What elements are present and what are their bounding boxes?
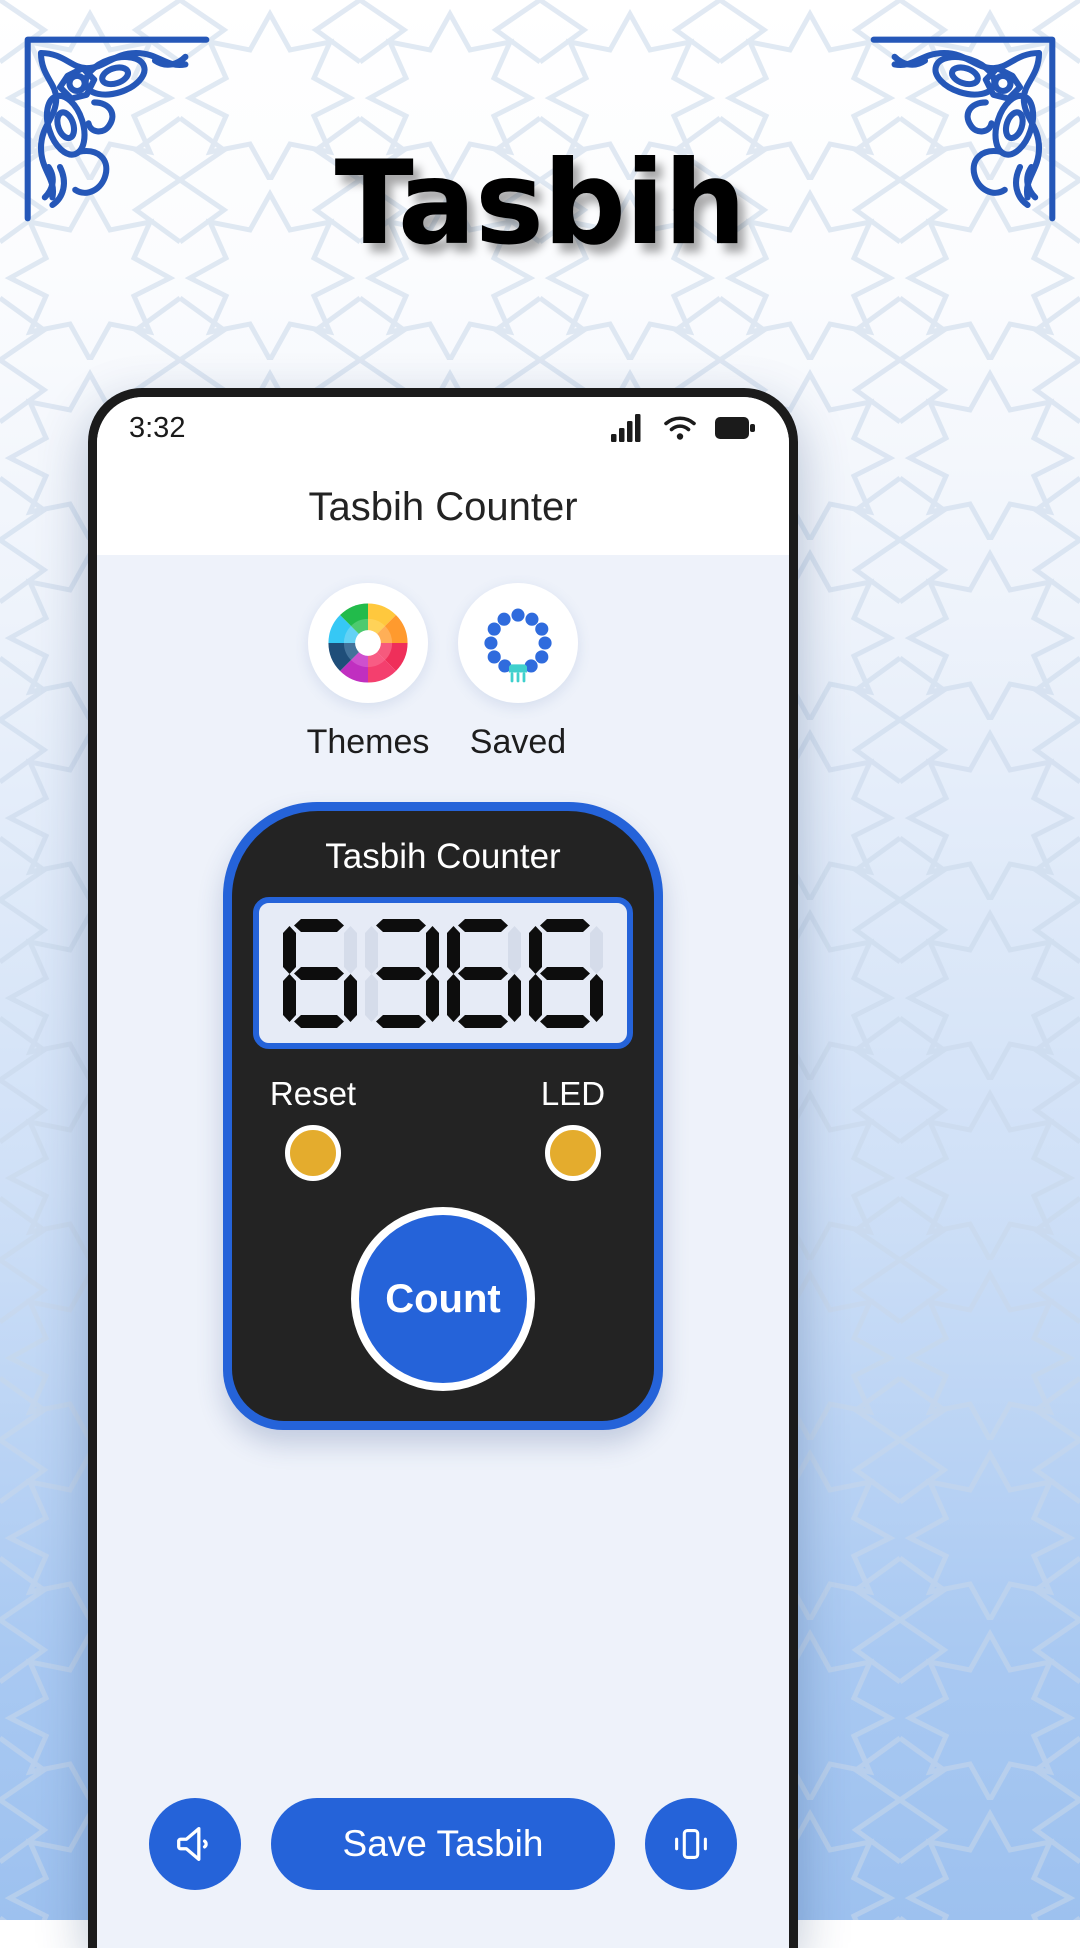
lcd-segment-f <box>283 926 296 974</box>
prayer-beads-icon <box>484 608 552 683</box>
reset-knob-group[interactable]: Reset <box>253 1075 373 1181</box>
wifi-icon <box>664 416 696 440</box>
lcd-segment-g <box>294 967 344 980</box>
status-time: 3:32 <box>129 411 186 444</box>
lcd-segment-b <box>508 926 521 974</box>
saved-label: Saved <box>469 723 567 761</box>
lcd-display <box>253 897 633 1049</box>
app-bar: Tasbih Counter <box>97 459 789 555</box>
lcd-segment-f <box>447 926 460 974</box>
reset-label: Reset <box>269 1075 357 1112</box>
quick-actions: Themes Saved <box>306 583 580 762</box>
color-wheel-icon <box>328 603 408 683</box>
battery-icon <box>715 417 755 439</box>
lcd-segment-g <box>540 967 590 980</box>
lcd-segment-a <box>294 919 344 932</box>
lcd-segment-f <box>529 926 542 974</box>
tasbih-counter-device: Tasbih Counter Reset LED Count <box>223 802 663 1430</box>
lcd-segment-c <box>426 974 439 1022</box>
saved-button[interactable]: Saved <box>456 583 580 762</box>
lcd-segment-f <box>365 926 378 974</box>
lcd-digit <box>445 917 523 1029</box>
lcd-segment-d <box>540 1015 590 1028</box>
speaker-icon <box>177 1827 208 1861</box>
lcd-segment-a <box>540 919 590 932</box>
app-content: Themes Saved Tasbih Counter Reset LED Co… <box>97 555 789 1948</box>
lcd-digit <box>527 917 605 1029</box>
lcd-segment-d <box>458 1015 508 1028</box>
knob-row: Reset LED <box>253 1075 633 1181</box>
lcd-segment-c <box>508 974 521 1022</box>
themes-button[interactable]: Themes <box>306 583 430 762</box>
led-knob-group[interactable]: LED <box>513 1075 633 1181</box>
save-button-label: Save Tasbih <box>342 1823 544 1864</box>
vibrate-toggle-button[interactable] <box>645 1798 737 1890</box>
count-button[interactable]: Count <box>351 1207 535 1391</box>
lcd-segment-b <box>426 926 439 974</box>
phone-screen: 3:32 Tasbih Counter Themes Saved Tasbih … <box>97 397 789 1948</box>
lcd-segment-e <box>283 974 296 1022</box>
device-title: Tasbih Counter <box>325 837 561 876</box>
lcd-segment-a <box>458 919 508 932</box>
lcd-segment-b <box>344 926 357 974</box>
phone-mockup: 3:32 Tasbih Counter Themes Saved Tasbih … <box>88 388 798 1948</box>
lcd-segment-d <box>376 1015 426 1028</box>
sound-toggle-button[interactable] <box>149 1798 241 1890</box>
lcd-segment-e <box>447 974 460 1022</box>
save-tasbih-button[interactable]: Save Tasbih <box>271 1798 615 1890</box>
lcd-segment-e <box>529 974 542 1022</box>
reset-knob[interactable] <box>285 1125 341 1181</box>
lcd-segment-g <box>376 967 426 980</box>
themes-icon-circle <box>308 583 428 703</box>
app-bar-title: Tasbih Counter <box>308 484 578 529</box>
themes-label: Themes <box>306 723 430 761</box>
signal-icon <box>611 414 641 442</box>
status-bar: 3:32 <box>97 397 789 459</box>
led-knob[interactable] <box>545 1125 601 1181</box>
lcd-segment-g <box>458 967 508 980</box>
bottom-action-bar: Save Tasbih <box>97 1798 789 1948</box>
lcd-segment-b <box>590 926 603 974</box>
lcd-segment-d <box>294 1015 344 1028</box>
led-label: LED <box>540 1075 606 1112</box>
vibrate-icon <box>675 1829 707 1859</box>
promo-title: Tasbih <box>334 136 747 271</box>
status-icons <box>611 414 755 442</box>
lcd-segment-c <box>344 974 357 1022</box>
lcd-segment-e <box>365 974 378 1022</box>
lcd-segment-c <box>590 974 603 1022</box>
saved-icon-circle <box>458 583 578 703</box>
count-button-label: Count <box>385 1276 501 1321</box>
lcd-digit <box>281 917 359 1029</box>
lcd-segment-a <box>376 919 426 932</box>
device-body: Tasbih Counter Reset LED Count <box>232 811 654 1421</box>
lcd-digit <box>363 917 441 1029</box>
